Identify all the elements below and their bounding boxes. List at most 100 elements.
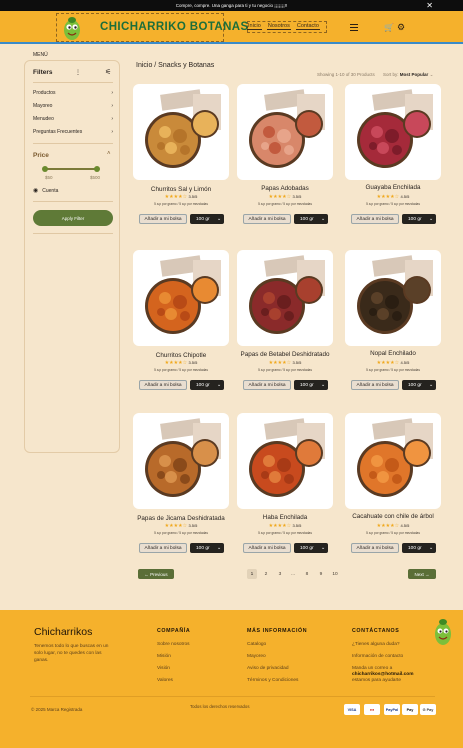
product-name[interactable]: Papas Adobadas [237,185,333,192]
product-image[interactable] [345,84,441,180]
product-name[interactable]: Papas de Betabel Deshidratado [237,351,333,358]
close-icon[interactable]: ✕ [426,1,433,10]
product-image[interactable] [237,84,333,180]
page-button[interactable]: 1 [247,569,257,579]
more-options-icon[interactable]: ⋮ [75,69,81,76]
size-select[interactable]: 100 gr ⌄ [190,543,224,553]
size-select[interactable]: 100 gr ⌄ [402,214,436,224]
size-select[interactable]: 100 gr ⌄ [402,380,436,390]
product-image[interactable] [237,413,333,509]
previous-page-button[interactable]: ← Previous [138,569,174,579]
contact-email-link[interactable]: chicharrikos@hotmail.com [352,672,413,677]
footer-link[interactable]: Mayoreo [247,654,266,659]
menu-icon[interactable] [350,24,358,31]
sidebar-item-mayoreo[interactable]: Mayoreo › [33,103,113,109]
chevron-right-icon: › [111,103,113,109]
rating-score: 3.5/5 [188,360,198,365]
size-select[interactable]: 100 gr ⌄ [402,543,436,553]
price-min-label: $50 [45,175,53,180]
product-image[interactable] [133,250,229,346]
star-rating-icon: ★★★★☆ [268,523,292,529]
add-to-bag-button[interactable]: Añadir a mi bolsa [351,543,399,553]
cart-icon[interactable]: 🛒 [384,23,394,32]
sidebar-item-productos[interactable]: Productos › [33,90,113,96]
chili-mascot-icon[interactable] [60,14,84,42]
footer-link[interactable]: Sobre nosotros [157,642,190,647]
add-to-bag-button[interactable]: Añadir a mi bolsa [139,380,187,390]
page-button[interactable]: 3 [275,569,285,579]
sidebar-item-menudeo[interactable]: Menudeo › [33,116,113,122]
product-description: 5 a.p por gramo / 5 a.p por mezcladas [366,368,420,372]
product-rating: ★★★★☆ 3.5/5 [133,523,229,529]
price-max-handle[interactable] [94,166,100,172]
price-min-handle[interactable] [42,166,48,172]
chevron-up-icon[interactable]: ˄ [107,151,111,157]
size-select[interactable]: 100 gr ⌄ [190,380,224,390]
page-button[interactable]: 2 [261,569,271,579]
footer-link[interactable]: Misión [157,654,171,659]
footer-link[interactable]: Valores [157,678,173,683]
size-select[interactable]: 100 gr ⌄ [294,380,328,390]
account-link[interactable]: ◉ Cuenta [33,187,58,195]
footer-link[interactable]: Información de contacto [352,654,403,659]
page-button[interactable]: 10 [330,569,340,579]
add-to-bag-button[interactable]: Añadir a mi bolsa [243,380,291,390]
nav-link-inicio[interactable]: Inicio [247,23,262,30]
product-image[interactable] [133,84,229,180]
sort-dropdown[interactable]: Sort by: Most Popular ⌄ [383,72,433,78]
nav-link-nosotros[interactable]: Nosotros [266,23,291,30]
product-name[interactable]: Papas de Jicama Deshidratada [133,515,229,522]
product-description: 5 a.p por gramo / 5 a.p por mezcladas [258,202,312,206]
add-to-bag-button[interactable]: Añadir a mi bolsa [139,543,187,553]
chevron-down-icon: ⌄ [216,382,221,388]
product-name[interactable]: Churritos Sal y Limón [133,186,229,193]
add-to-bag-button[interactable]: Añadir a mi bolsa [243,214,291,224]
gear-icon[interactable]: ⚙ [397,22,405,33]
product-image[interactable] [237,250,333,346]
sidebar-item-label: Preguntas Frecuentes [33,129,83,135]
product-name[interactable]: Churritos Chipotle [133,352,229,359]
footer-link[interactable]: Aviso de privacidad [247,666,289,671]
sliders-icon[interactable]: ⚟ [105,68,111,76]
add-to-bag-button[interactable]: Añadir a mi bolsa [139,214,187,224]
product-image[interactable] [345,413,441,509]
results-count: Showing 1-10 of 30 Products [317,72,375,77]
menu-label: MENÚ [33,52,48,58]
product-rating: ★★★★☆ 3.5/5 [133,360,229,366]
product-name[interactable]: Nopal Enchilado [345,350,441,357]
price-max-label: $500 [90,175,101,180]
add-to-bag-button[interactable]: Añadir a mi bolsa [351,380,399,390]
add-to-bag-button[interactable]: Añadir a mi bolsa [351,214,399,224]
footer-link[interactable]: ¿Tienes alguna duda? [352,642,400,647]
product-name[interactable]: Cacahuate con chile de árbol [345,513,441,520]
rating-score: 3.5/5 [292,360,302,365]
footer-link[interactable]: Catalogo [247,642,266,647]
sidebar-item-preguntas[interactable]: Preguntas Frecuentes › [33,129,113,135]
price-range-slider[interactable] [42,166,100,172]
size-select[interactable]: 100 gr ⌄ [190,214,224,224]
product-rating: ★★★★☆ 4.5/5 [345,523,441,529]
product-name[interactable]: Guayaba Enchilada [345,184,441,191]
sort-label: Sort by: [383,72,399,77]
nav-link-contacto[interactable]: Contacto [295,23,320,30]
footer-link[interactable]: Términos y Condiciones [247,678,298,683]
size-value: 100 gr [196,382,210,388]
size-select[interactable]: 100 gr ⌄ [294,543,328,553]
product-description: 5 a.p por gramo / 5 a.p por mezcladas [154,368,208,372]
footer-link[interactable]: Visión [157,666,170,671]
next-page-button[interactable]: Next → [408,569,436,579]
sort-value: Most Popular [399,72,429,77]
page-button[interactable]: 9 [316,569,326,579]
chevron-down-icon: ⌄ [320,216,325,222]
chevron-down-icon: ⌄ [320,545,325,551]
product-name[interactable]: Haba Enchilada [237,514,333,521]
brand-title[interactable]: CHICHARRIKO BOTANAS [100,21,249,33]
page-button[interactable]: 8 [302,569,312,579]
size-select[interactable]: 100 gr ⌄ [294,214,328,224]
product-rating: ★★★★☆ 4.5/5 [345,360,441,366]
product-image[interactable] [133,413,229,509]
apply-filter-button[interactable]: Apply Filter [33,210,113,226]
product-image[interactable] [345,250,441,346]
add-to-bag-button[interactable]: Añadir a mi bolsa [243,543,291,553]
sidebar-item-label: Menudeo [33,116,54,122]
